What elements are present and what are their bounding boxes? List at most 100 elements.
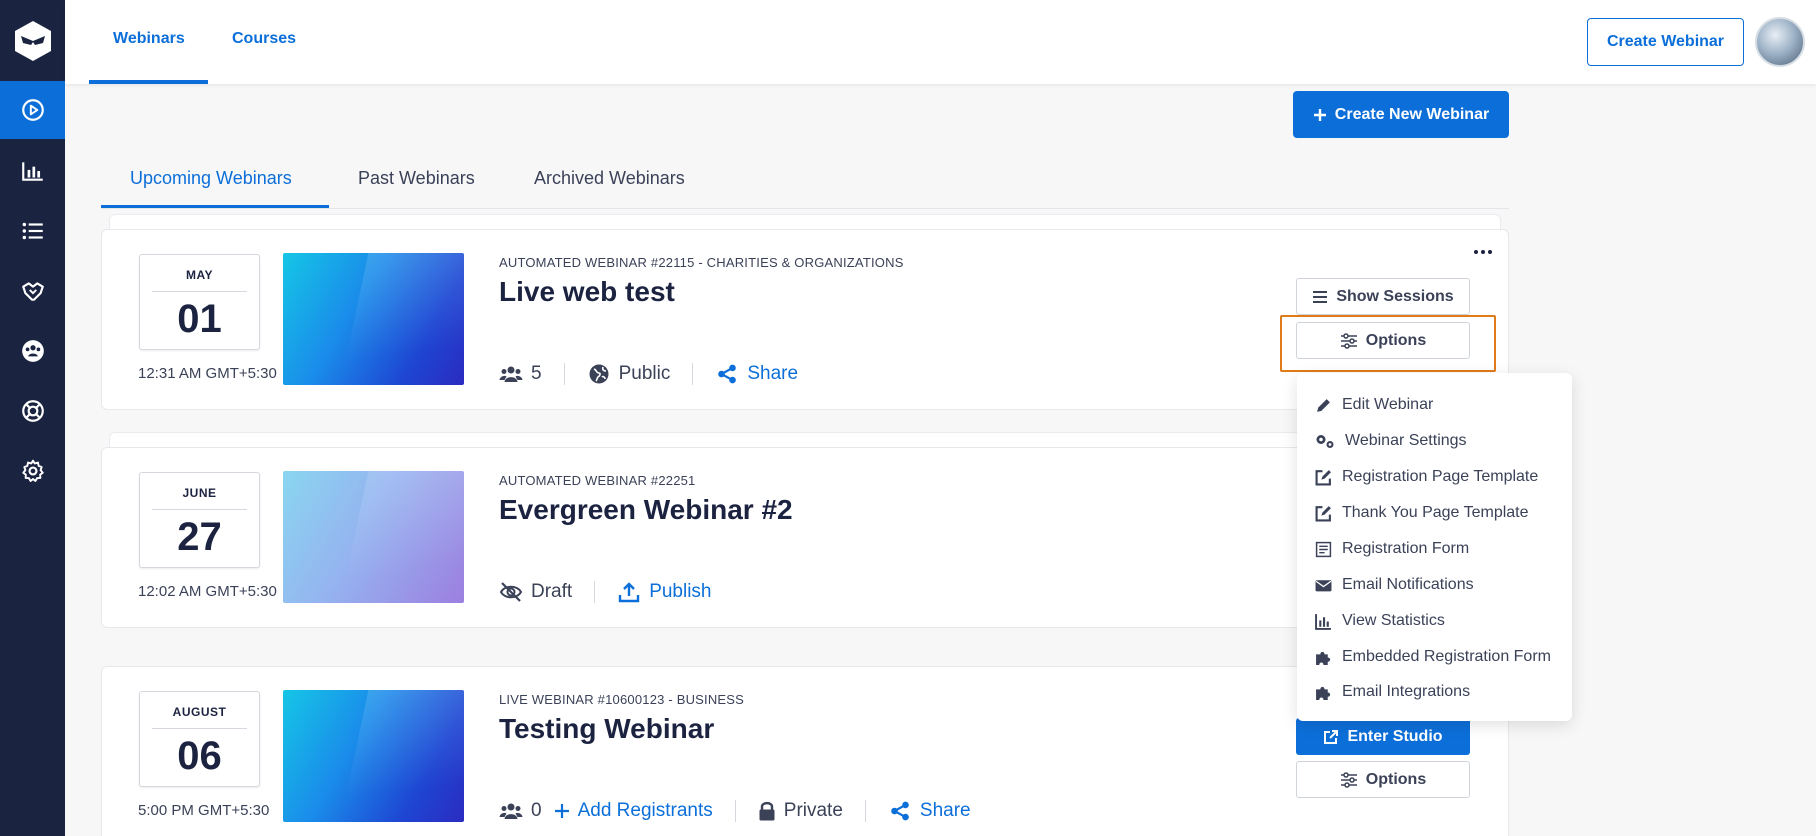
list-icon	[22, 222, 43, 240]
draft-label: Draft	[531, 581, 573, 602]
sidebar-item-team[interactable]	[0, 322, 65, 380]
edit-square-icon	[1315, 469, 1331, 485]
globe-icon	[589, 364, 609, 384]
share-link[interactable]: Share	[715, 363, 798, 385]
date-day: 01	[177, 297, 222, 341]
menu-item-label: Registration Form	[1342, 540, 1470, 557]
eye-slash-icon	[499, 582, 523, 602]
sidebar-item-list[interactable]	[0, 202, 65, 260]
play-circle-icon	[21, 99, 44, 121]
registrant-count-value: 0	[531, 800, 542, 821]
meta-divider	[734, 800, 736, 822]
webinar-time: 5:00 PM GMT+5:30	[138, 802, 270, 819]
avatar[interactable]	[1755, 17, 1805, 67]
envelope-icon	[1315, 579, 1332, 591]
meta-divider	[864, 800, 866, 822]
menu-item-label: Registration Page Template	[1342, 468, 1539, 485]
date-badge: MAY 01	[139, 254, 260, 350]
puzzle-icon	[1316, 686, 1331, 700]
meta-divider	[594, 581, 596, 603]
top-bar: Webinars Courses Create Webinar	[65, 0, 1816, 84]
form-icon	[1315, 541, 1332, 557]
share-link[interactable]: Share	[888, 800, 971, 822]
edit-square-icon	[1315, 505, 1331, 521]
menu-item-edit-webinar[interactable]: Edit Webinar	[1315, 391, 1433, 419]
sidebar-item-support[interactable]	[0, 382, 65, 440]
add-registrants-link[interactable]: Add Registrants	[554, 800, 713, 822]
share-label: Share	[919, 800, 971, 821]
menu-item-email-notifications[interactable]: Email Notifications	[1315, 571, 1474, 599]
tab-upcoming-webinars[interactable]: Upcoming Webinars	[130, 168, 292, 189]
registrant-count: 0	[499, 800, 542, 822]
more-options-icon[interactable]	[1471, 246, 1495, 258]
webinar-thumbnail[interactable]	[283, 253, 464, 385]
date-badge: AUGUST 06	[139, 691, 260, 787]
sidebar-item-integrations[interactable]	[0, 262, 65, 320]
meta-divider	[563, 363, 565, 385]
date-divider	[152, 509, 247, 510]
create-webinar-button[interactable]: Create Webinar	[1587, 18, 1744, 66]
webinar-subtitle: AUTOMATED WEBINAR #22115 - CHARITIES & O…	[499, 255, 904, 270]
tab-webinars[interactable]: Webinars	[113, 30, 185, 48]
users-icon	[499, 803, 523, 819]
menu-item-label: Embedded Registration Form	[1342, 648, 1551, 665]
publish-label: Publish	[649, 581, 712, 602]
visibility-label: Public	[618, 363, 671, 384]
bar-chart-icon	[21, 162, 43, 181]
active-list-tab-indicator	[101, 205, 329, 208]
webinar-title[interactable]: Testing Webinar	[499, 713, 714, 745]
registrant-count-value: 5	[531, 363, 542, 384]
menu-item-label: Edit Webinar	[1342, 396, 1434, 413]
menu-item-registration-page-template[interactable]: Registration Page Template	[1315, 463, 1538, 491]
show-sessions-button[interactable]: Show Sessions	[1296, 278, 1470, 315]
menu-item-view-statistics[interactable]: View Statistics	[1315, 607, 1445, 635]
sidebar-item-webinars[interactable]	[0, 81, 65, 139]
upload-icon	[618, 582, 640, 603]
publish-link[interactable]: Publish	[617, 581, 712, 603]
tab-past-webinars[interactable]: Past Webinars	[358, 168, 475, 189]
tab-courses[interactable]: Courses	[232, 30, 296, 48]
puzzle-icon	[1316, 651, 1331, 665]
webinar-meta: Draft Publish	[499, 580, 712, 604]
webinar-time: 12:31 AM GMT+5:30	[138, 365, 277, 382]
share-label: Share	[747, 363, 799, 384]
menu-item-registration-form[interactable]: Registration Form	[1315, 535, 1469, 563]
sidebar-item-settings[interactable]	[0, 442, 65, 500]
enter-studio-button[interactable]: Enter Studio	[1296, 718, 1470, 755]
sidebar	[0, 0, 65, 836]
create-new-webinar-button[interactable]: Create New Webinar	[1293, 91, 1509, 138]
sidebar-item-analytics[interactable]	[0, 142, 65, 200]
date-month: MAY	[185, 268, 214, 282]
webinar-title[interactable]: Live web test	[499, 276, 675, 308]
options-button[interactable]: Options	[1296, 761, 1470, 798]
lock-icon	[759, 801, 775, 821]
menu-item-label: Thank You Page Template	[1342, 504, 1529, 521]
menu-item-email-integrations[interactable]: Email Integrations	[1315, 678, 1470, 706]
menu-item-label: Webinar Settings	[1345, 432, 1467, 449]
webinar-thumbnail[interactable]	[283, 690, 464, 822]
tab-archived-webinars[interactable]: Archived Webinars	[534, 168, 685, 189]
plus-icon	[1313, 108, 1326, 121]
active-tab-indicator	[89, 80, 208, 84]
webinar-list-tabs: Upcoming Webinars Past Webinars Archived…	[101, 158, 1509, 209]
show-sessions-label: Show Sessions	[1336, 287, 1454, 305]
webinar-thumbnail[interactable]	[283, 471, 464, 603]
date-day: 06	[177, 734, 222, 778]
menu-item-thank-you-page-template[interactable]: Thank You Page Template	[1315, 499, 1529, 527]
visibility-label: Private	[783, 800, 843, 821]
options-label: Options	[1365, 770, 1427, 788]
menu-item-label: Email Integrations	[1342, 683, 1471, 700]
date-month: AUGUST	[172, 705, 227, 719]
webinar-subtitle: LIVE WEBINAR #10600123 - BUSINESS	[499, 692, 745, 707]
date-month: JUNE	[182, 486, 217, 500]
visibility-status: Private	[758, 800, 843, 822]
menu-item-webinar-settings[interactable]: Webinar Settings	[1315, 427, 1467, 455]
date-badge: JUNE 27	[139, 472, 260, 568]
meta-divider	[692, 363, 694, 385]
webinar-title[interactable]: Evergreen Webinar #2	[499, 494, 793, 526]
add-registrants-label: Add Registrants	[577, 800, 713, 821]
menu-item-label: Email Notifications	[1342, 576, 1474, 593]
menu-item-embedded-registration-form[interactable]: Embedded Registration Form	[1315, 643, 1551, 671]
app-logo[interactable]	[0, 0, 65, 81]
enter-studio-label: Enter Studio	[1347, 727, 1443, 745]
